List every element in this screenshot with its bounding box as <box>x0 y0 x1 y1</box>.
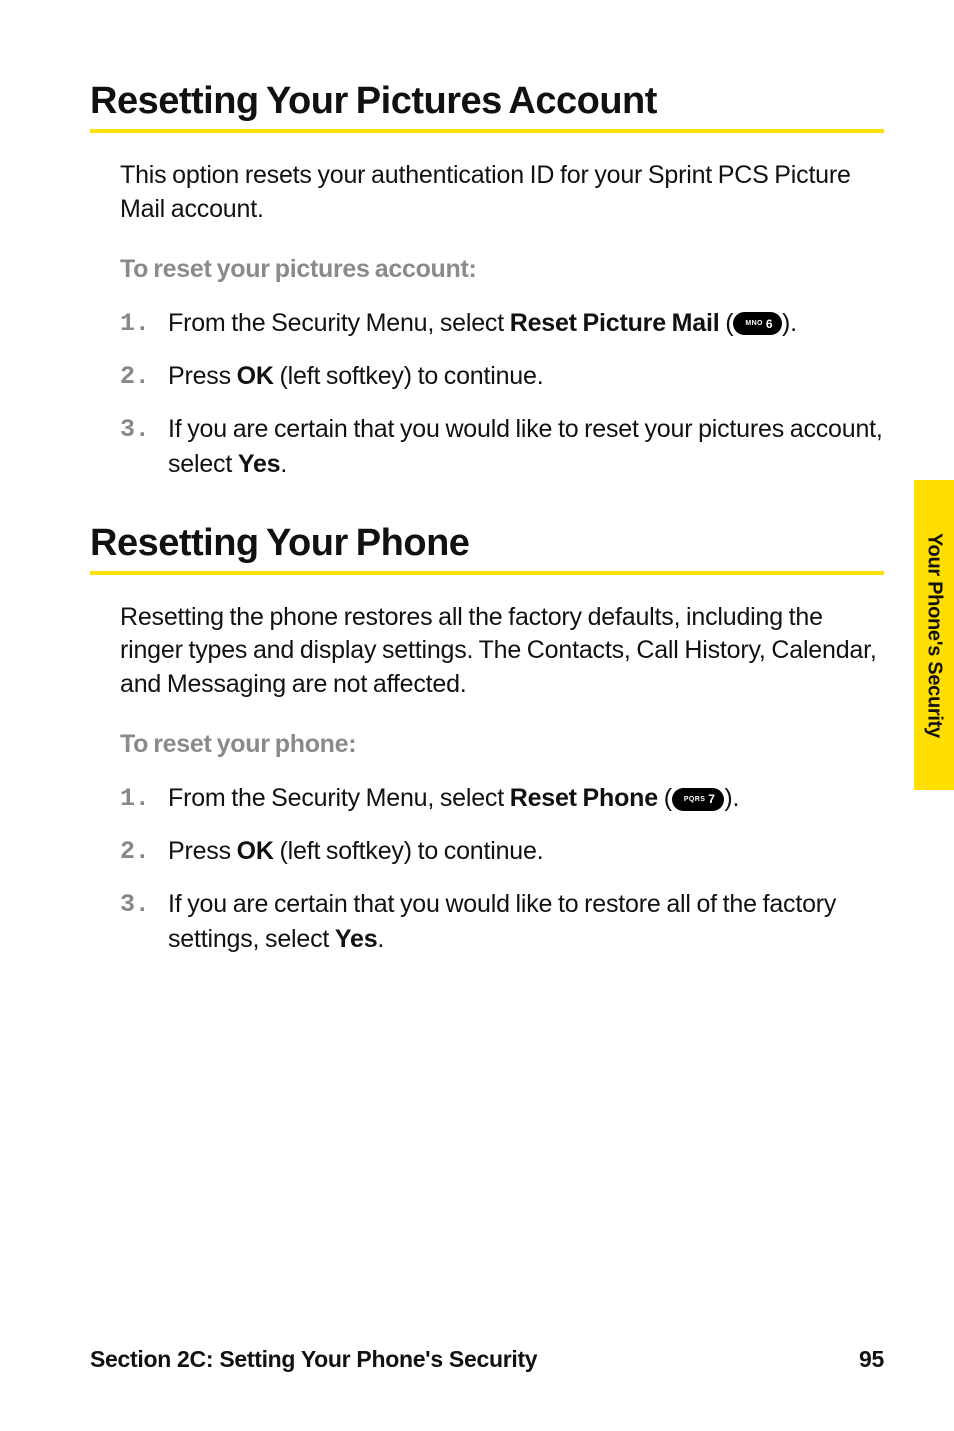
side-tab-label: Your Phone's Security <box>923 533 946 738</box>
key-digit: 7 <box>708 793 715 805</box>
step-bold: Yes <box>335 925 378 953</box>
heading-reset-phone: Resetting Your Phone <box>90 522 884 565</box>
step-text: Press <box>168 362 237 390</box>
step-body: From the Security Menu, select Reset Pic… <box>168 306 884 341</box>
list-item: 1. From the Security Menu, select Reset … <box>120 781 884 816</box>
list-item: 1. From the Security Menu, select Reset … <box>120 306 884 341</box>
list-item: 3. If you are certain that you would lik… <box>120 887 884 957</box>
step-body: Press OK (left softkey) to continue. <box>168 834 884 869</box>
step-text: . <box>280 450 287 478</box>
heading-reset-pictures: Resetting Your Pictures Account <box>90 80 884 123</box>
steps-reset-phone: 1. From the Security Menu, select Reset … <box>120 781 884 957</box>
step-number: 2. <box>120 834 168 869</box>
step-number: 1. <box>120 781 168 816</box>
list-item: 2. Press OK (left softkey) to continue. <box>120 359 884 394</box>
step-number: 3. <box>120 412 168 447</box>
step-text: ( <box>658 784 672 812</box>
step-text: ). <box>724 784 739 812</box>
step-number: 2. <box>120 359 168 394</box>
phone-key-icon: PQRS7 <box>672 788 725 811</box>
phone-key-icon: MNO6 <box>733 312 782 335</box>
divider <box>90 129 884 133</box>
step-text: From the Security Menu, select <box>168 784 510 812</box>
intro-reset-pictures: This option resets your authentication I… <box>120 159 884 227</box>
side-tab: Your Phone's Security <box>914 480 954 790</box>
page-content: Resetting Your Pictures Account This opt… <box>0 0 954 957</box>
subhead-reset-phone: To reset your phone: <box>120 730 884 759</box>
step-text: ( <box>719 309 733 337</box>
step-body: From the Security Menu, select Reset Pho… <box>168 781 884 816</box>
intro-reset-phone: Resetting the phone restores all the fac… <box>120 601 884 702</box>
key-digit: 6 <box>766 318 773 330</box>
key-letters: MNO <box>745 320 763 327</box>
page-number: 95 <box>859 1346 884 1373</box>
step-text: . <box>377 925 384 953</box>
step-number: 1. <box>120 306 168 341</box>
step-bold: Yes <box>238 450 281 478</box>
divider <box>90 571 884 575</box>
step-text: ). <box>782 309 797 337</box>
step-bold: Reset Phone <box>510 784 658 812</box>
step-body: Press OK (left softkey) to continue. <box>168 359 884 394</box>
step-text: If you are certain that you would like t… <box>168 890 836 953</box>
subhead-reset-pictures: To reset your pictures account: <box>120 255 884 284</box>
page-footer: Section 2C: Setting Your Phone's Securit… <box>90 1346 884 1373</box>
key-letters: PQRS <box>684 796 705 803</box>
step-text: (left softkey) to continue. <box>274 362 544 390</box>
step-bold: OK <box>237 362 274 390</box>
steps-reset-pictures: 1. From the Security Menu, select Reset … <box>120 306 884 482</box>
step-text: From the Security Menu, select <box>168 309 510 337</box>
step-bold: OK <box>237 837 274 865</box>
step-number: 3. <box>120 887 168 922</box>
step-body: If you are certain that you would like t… <box>168 887 884 957</box>
step-body: If you are certain that you would like t… <box>168 412 884 482</box>
step-bold: Reset Picture Mail <box>510 309 720 337</box>
step-text: (left softkey) to continue. <box>274 837 544 865</box>
list-item: 2. Press OK (left softkey) to continue. <box>120 834 884 869</box>
step-text: Press <box>168 837 237 865</box>
footer-section-label: Section 2C: Setting Your Phone's Securit… <box>90 1346 537 1373</box>
list-item: 3. If you are certain that you would lik… <box>120 412 884 482</box>
